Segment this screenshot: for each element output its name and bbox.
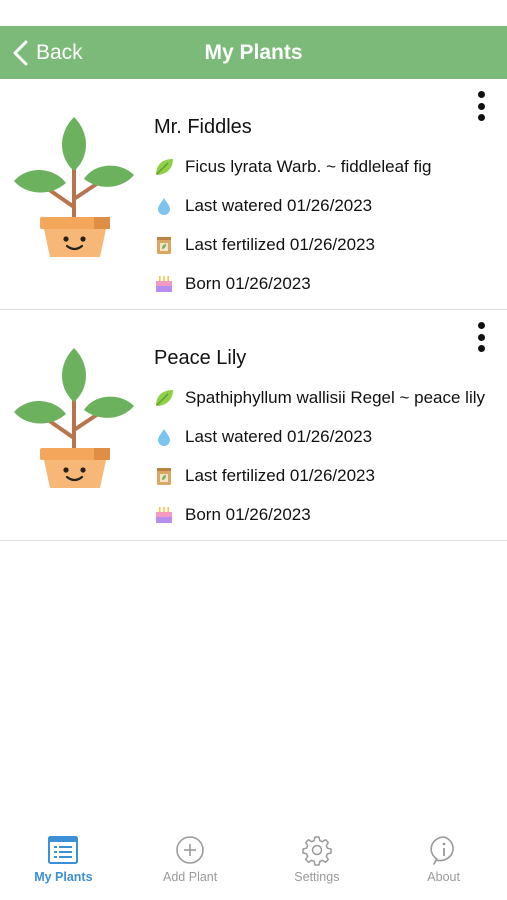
potted-plant-icon xyxy=(12,115,136,259)
chevron-left-icon xyxy=(13,40,28,65)
plant-list: Mr. Fiddles Ficus lyrata Warb. ~ fiddlel… xyxy=(0,79,507,541)
tab-about[interactable]: About xyxy=(380,834,507,900)
watered-text: Last watered 01/26/2023 xyxy=(185,196,373,215)
tab-label: Add Plant xyxy=(163,870,218,884)
tab-my-plants[interactable]: My Plants xyxy=(0,834,127,900)
species-row: Ficus lyrata Warb. ~ fiddleleaf fig xyxy=(154,157,431,177)
fertilized-row: Last fertilized 01/26/2023 xyxy=(154,466,375,486)
potted-plant-icon xyxy=(12,346,136,490)
water-drop-icon xyxy=(154,427,174,447)
more-vertical-icon xyxy=(477,322,485,329)
more-vertical-icon xyxy=(477,91,485,98)
tab-settings[interactable]: Settings xyxy=(254,834,381,900)
plant-name: Peace Lily xyxy=(154,347,247,369)
tab-label: About xyxy=(427,870,460,884)
navigation-bar: Back My Plants xyxy=(0,26,507,79)
status-bar xyxy=(0,0,507,26)
plant-card[interactable]: Peace Lily Spathiphyllum wallisii Regel … xyxy=(0,310,507,541)
fertilizer-bag-icon xyxy=(154,235,174,255)
fertilized-text: Last fertilized 01/26/2023 xyxy=(185,466,375,485)
birthday-cake-icon xyxy=(154,505,174,525)
more-options-button[interactable] xyxy=(469,89,493,123)
gear-icon xyxy=(302,836,332,866)
watered-text: Last watered 01/26/2023 xyxy=(185,427,373,446)
plant-name: Mr. Fiddles xyxy=(154,116,252,138)
tab-add-plant[interactable]: Add Plant xyxy=(127,834,254,900)
watered-row: Last watered 01/26/2023 xyxy=(154,196,372,216)
born-row: Born 01/26/2023 xyxy=(154,505,311,525)
watered-row: Last watered 01/26/2023 xyxy=(154,427,372,447)
fertilized-text: Last fertilized 01/26/2023 xyxy=(185,235,375,254)
birthday-cake-icon xyxy=(154,274,174,294)
more-options-button[interactable] xyxy=(469,320,493,354)
back-button[interactable]: Back xyxy=(12,26,83,79)
leaf-icon xyxy=(154,388,174,408)
species-text: Ficus lyrata Warb. ~ fiddleleaf fig xyxy=(185,157,432,176)
species-text: Spathiphyllum wallisii Regel ~ peace lil… xyxy=(185,388,486,407)
add-circle-icon xyxy=(176,836,204,864)
fertilized-row: Last fertilized 01/26/2023 xyxy=(154,235,375,255)
back-label: Back xyxy=(36,40,83,64)
born-text: Born 01/26/2023 xyxy=(185,274,311,293)
tab-label: My Plants xyxy=(34,870,93,884)
born-row: Born 01/26/2023 xyxy=(154,274,311,294)
leaf-icon xyxy=(154,157,174,177)
tab-bar: My Plants Add Plant Settings About xyxy=(0,834,507,900)
water-drop-icon xyxy=(154,196,174,216)
plant-card[interactable]: Mr. Fiddles Ficus lyrata Warb. ~ fiddlel… xyxy=(0,79,507,310)
list-icon xyxy=(48,836,79,864)
fertilizer-bag-icon xyxy=(154,466,174,486)
born-text: Born 01/26/2023 xyxy=(185,505,311,524)
species-row: Spathiphyllum wallisii Regel ~ peace lil… xyxy=(154,388,485,408)
tab-label: Settings xyxy=(294,870,340,884)
info-icon xyxy=(430,836,454,865)
